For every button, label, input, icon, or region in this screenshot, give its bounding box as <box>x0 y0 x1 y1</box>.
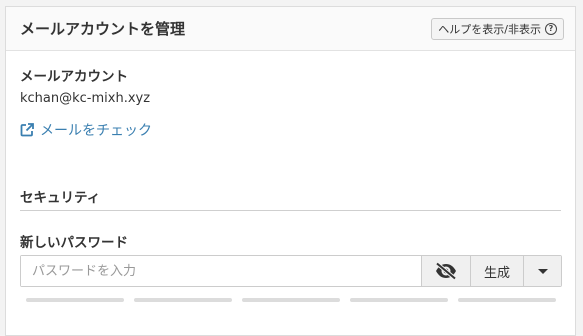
check-mail-label: メールをチェック <box>40 123 152 139</box>
panel-header: メールアカウントを管理 ヘルプを表示/非表示 ? <box>6 7 575 51</box>
strength-segment <box>134 298 232 302</box>
password-strength-meter <box>26 298 556 302</box>
eye-slash-icon <box>435 262 457 280</box>
caret-down-icon <box>537 268 548 274</box>
external-link-icon <box>20 123 34 137</box>
account-heading: メールアカウント <box>20 69 128 85</box>
account-email: kchan@kc-mixh.xyz <box>20 91 151 106</box>
toggle-password-visibility-button[interactable] <box>421 256 470 286</box>
generate-password-button[interactable]: 生成 <box>470 256 523 286</box>
strength-segment <box>350 298 448 302</box>
password-input[interactable] <box>21 256 421 286</box>
strength-segment <box>242 298 340 302</box>
question-circle-icon: ? <box>545 23 557 35</box>
toggle-help-button[interactable]: ヘルプを表示/非表示 ? <box>431 18 564 40</box>
manage-email-account-panel: メールアカウントを管理 ヘルプを表示/非表示 ? メールアカウント kchan@… <box>5 6 576 336</box>
new-password-label: 新しいパスワード <box>20 235 128 251</box>
security-heading: セキュリティ <box>20 190 101 206</box>
password-options-dropdown-button[interactable] <box>523 256 561 286</box>
section-divider <box>20 210 561 211</box>
strength-segment <box>458 298 556 302</box>
check-mail-link[interactable]: メールをチェック <box>20 120 152 140</box>
strength-segment <box>26 298 124 302</box>
help-button-label: ヘルプを表示/非表示 <box>438 23 541 36</box>
page-title: メールアカウントを管理 <box>20 20 186 38</box>
password-input-group: 生成 <box>20 255 562 287</box>
